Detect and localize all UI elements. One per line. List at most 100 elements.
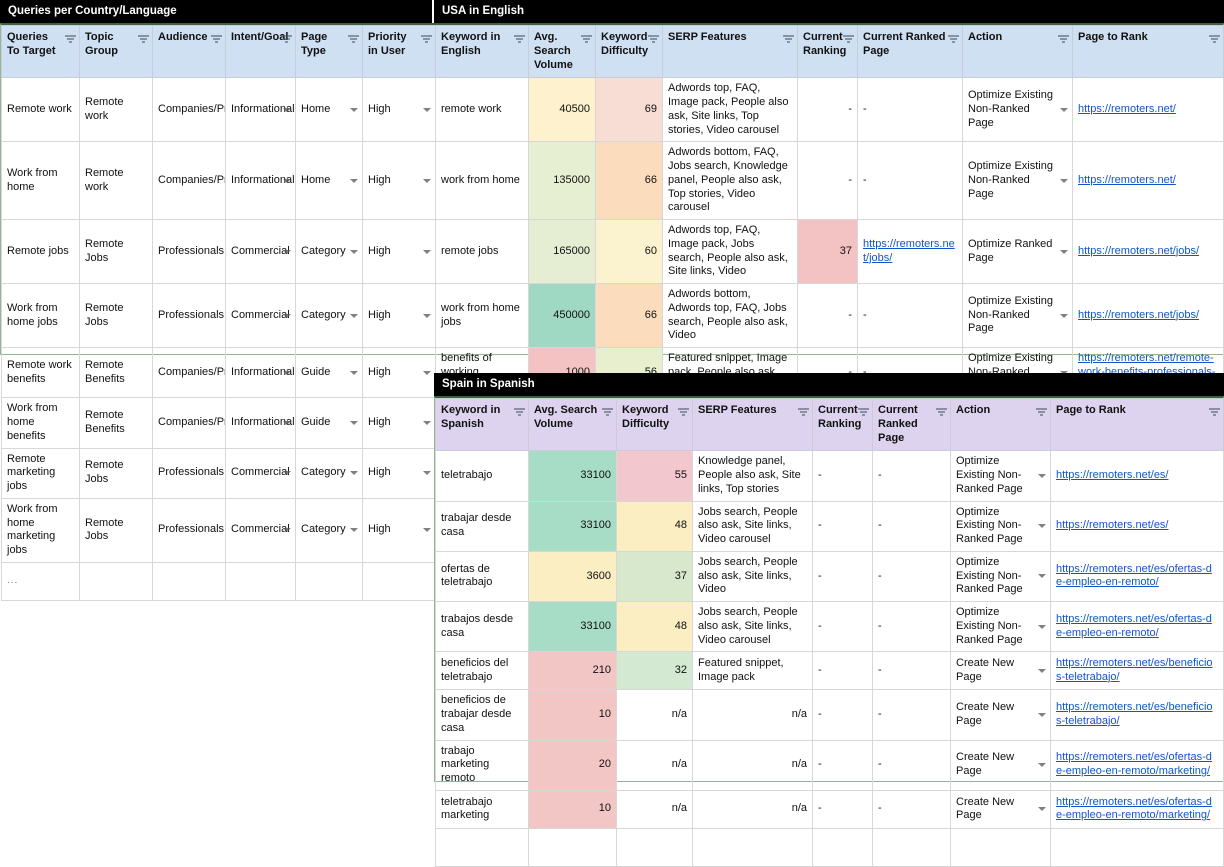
cell-action[interactable]: Optimize Existing Non-Ranked Page	[950, 550, 1051, 603]
cell-priority[interactable]: High	[362, 219, 436, 284]
chevron-down-icon[interactable]	[1038, 524, 1046, 529]
column-header-page-to-rank[interactable]: Page to Rank	[1072, 24, 1224, 79]
chevron-down-icon[interactable]	[1038, 807, 1046, 812]
chevron-down-icon[interactable]	[283, 107, 291, 112]
cell-page-to-rank[interactable]: https://remoters.net/es/ofertas-de-emple…	[1050, 739, 1224, 791]
filter-icon[interactable]	[348, 35, 359, 44]
chevron-down-icon[interactable]	[283, 420, 291, 425]
chevron-down-icon[interactable]	[350, 420, 358, 425]
cell-intent-goal[interactable]: Commercial	[225, 219, 296, 284]
filter-icon[interactable]	[843, 35, 854, 44]
cell-page-to-rank[interactable]: https://remoters.net/es/beneficios-telet…	[1050, 651, 1224, 691]
chevron-down-icon[interactable]	[350, 528, 358, 533]
chevron-down-icon[interactable]	[423, 178, 431, 183]
cell-action[interactable]: Optimize Existing Non-Ranked Page	[962, 283, 1073, 348]
filter-icon[interactable]	[281, 35, 292, 44]
hyperlink[interactable]: https://remoters.net/	[1078, 174, 1176, 188]
chevron-down-icon[interactable]	[423, 313, 431, 318]
chevron-down-icon[interactable]	[283, 471, 291, 476]
chevron-down-icon[interactable]	[283, 313, 291, 318]
chevron-down-icon[interactable]	[350, 249, 358, 254]
cell-priority[interactable]: High	[362, 346, 436, 399]
cell-page-type[interactable]: Category	[295, 497, 363, 563]
hyperlink[interactable]: https://remoters.net/jobs/	[1078, 309, 1199, 323]
cell-page-to-rank[interactable]: https://remoters.net/es/	[1050, 450, 1224, 502]
column-header-keyword-in-english[interactable]: Keyword in English	[435, 24, 529, 79]
hyperlink[interactable]: https://remoters.net/es/ofertas-de-emple…	[1056, 563, 1218, 591]
chevron-down-icon[interactable]	[1038, 473, 1046, 478]
chevron-down-icon[interactable]	[350, 370, 358, 375]
chevron-down-icon[interactable]	[350, 178, 358, 183]
cell-action[interactable]: Optimize Ranked Page	[962, 219, 1073, 284]
column-header-keyword-in-spanish[interactable]: Keyword in Spanish	[435, 397, 529, 452]
filter-icon[interactable]	[581, 35, 592, 44]
cell-action[interactable]: Create New Page	[950, 651, 1051, 691]
filter-icon[interactable]	[514, 408, 525, 417]
chevron-down-icon[interactable]	[350, 107, 358, 112]
hyperlink[interactable]: https://remoters.net/es/ofertas-de-emple…	[1056, 613, 1218, 641]
hyperlink[interactable]: https://remoters.net/es/	[1056, 519, 1169, 533]
cell-page-to-rank[interactable]: https://remoters.net/jobs/	[1072, 283, 1224, 348]
column-header-priority-in-user[interactable]: Priority in User	[362, 24, 436, 79]
column-header-topic-group[interactable]: Topic Group	[79, 24, 153, 79]
cell-page-to-rank[interactable]: https://remoters.net/	[1072, 77, 1224, 143]
chevron-down-icon[interactable]	[423, 528, 431, 533]
cell-page-to-rank[interactable]: https://remoters.net/	[1072, 141, 1224, 220]
cell-intent-goal[interactable]: Informational	[225, 77, 296, 143]
column-header-action[interactable]: Action	[962, 24, 1073, 79]
cell-priority[interactable]: High	[362, 77, 436, 143]
cell-intent-goal[interactable]: Informational	[225, 397, 296, 449]
hyperlink[interactable]: https://remoters.net/jobs/	[863, 238, 957, 266]
cell-intent-goal[interactable]: Commercial	[225, 283, 296, 348]
cell-intent-goal[interactable]: Informational	[225, 346, 296, 399]
cell-page-to-rank[interactable]: https://remoters.net/es/ofertas-de-emple…	[1050, 789, 1224, 829]
filter-icon[interactable]	[138, 35, 149, 44]
chevron-down-icon[interactable]	[350, 471, 358, 476]
cell-action[interactable]: Create New Page	[950, 689, 1051, 741]
chevron-down-icon[interactable]	[1038, 624, 1046, 629]
filter-icon[interactable]	[783, 35, 794, 44]
hyperlink[interactable]: https://remoters.net/	[1078, 103, 1176, 117]
chevron-down-icon[interactable]	[423, 249, 431, 254]
cell-page-type[interactable]: Category	[295, 447, 363, 499]
chevron-down-icon[interactable]	[1038, 574, 1046, 579]
chevron-down-icon[interactable]	[1060, 107, 1068, 112]
cell-intent-goal[interactable]: Informational	[225, 141, 296, 220]
cell-priority[interactable]: High	[362, 141, 436, 220]
column-header-avg-search-volume-es[interactable]: Avg. Search Volume	[528, 397, 617, 452]
cell-intent-goal[interactable]: Commercial	[225, 497, 296, 563]
filter-icon[interactable]	[421, 35, 432, 44]
cell-action[interactable]: Create New Page	[950, 739, 1051, 791]
filter-icon[interactable]	[936, 408, 947, 417]
chevron-down-icon[interactable]	[423, 420, 431, 425]
filter-icon[interactable]	[648, 35, 659, 44]
cell-action[interactable]: Optimize Existing Non-Ranked Page	[962, 77, 1073, 143]
column-header-audience[interactable]: Audience	[152, 24, 226, 79]
chevron-down-icon[interactable]	[283, 249, 291, 254]
chevron-down-icon[interactable]	[350, 313, 358, 318]
filter-icon[interactable]	[1209, 35, 1220, 44]
hyperlink[interactable]: https://remoters.net/jobs/	[1078, 245, 1199, 259]
cell-intent-goal[interactable]: Commercial	[225, 447, 296, 499]
column-header-current-ranking[interactable]: Current Ranking	[797, 24, 858, 79]
cell-priority[interactable]: High	[362, 497, 436, 563]
column-header-page-to-rank-es[interactable]: Page to Rank	[1050, 397, 1224, 452]
cell-page-to-rank[interactable]: https://remoters.net/es/beneficios-telet…	[1050, 689, 1224, 741]
chevron-down-icon[interactable]	[423, 370, 431, 375]
cell-action[interactable]: Optimize Existing Non-Ranked Page	[950, 600, 1051, 653]
cell-action[interactable]: Optimize Existing Non-Ranked Page	[950, 500, 1051, 552]
cell-page-to-rank[interactable]: https://remoters.net/es/	[1050, 500, 1224, 552]
hyperlink[interactable]: https://remoters.net/es/ofertas-de-emple…	[1056, 796, 1218, 824]
hyperlink[interactable]: https://remoters.net/es/ofertas-de-emple…	[1056, 751, 1218, 779]
cell-priority[interactable]: High	[362, 397, 436, 449]
cell-page-type[interactable]: Category	[295, 219, 363, 284]
cell-page-type[interactable]: Guide	[295, 346, 363, 399]
hyperlink[interactable]: https://remoters.net/es/beneficios-telet…	[1056, 657, 1218, 685]
column-header-action-es[interactable]: Action	[950, 397, 1051, 452]
cell-priority[interactable]: High	[362, 447, 436, 499]
column-header-current-ranking-es[interactable]: Current Ranking	[812, 397, 873, 452]
column-header-intent-goal[interactable]: Intent/Goal	[225, 24, 296, 79]
chevron-down-icon[interactable]	[1060, 178, 1068, 183]
hyperlink[interactable]: https://remoters.net/es/	[1056, 469, 1169, 483]
cell-priority[interactable]: High	[362, 283, 436, 348]
